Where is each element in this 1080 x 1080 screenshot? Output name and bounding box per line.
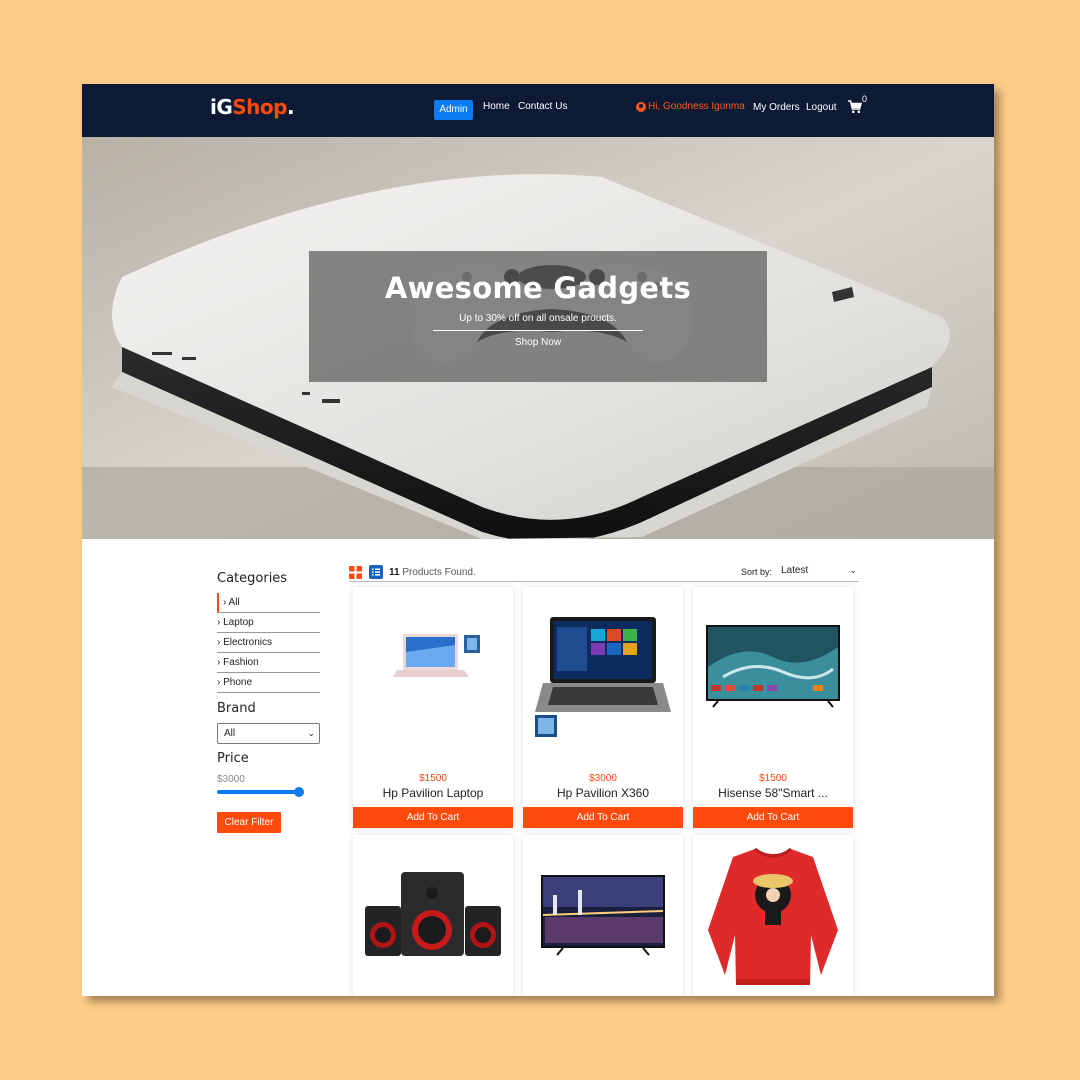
user-greeting-text: Hi, Goodness Igunma [648,101,745,112]
grid-view-icon[interactable] [349,566,362,579]
my-orders-link[interactable]: My Orders [753,102,800,113]
product-card[interactable] [353,835,513,996]
add-to-cart-button[interactable]: Add To Cart [693,807,853,828]
hero-overlay-box: Awesome Gadgets Up to 30% off on all ons… [309,251,767,382]
list-view-icon[interactable] [369,565,383,579]
products-found-text: 11 Products Found. [389,567,476,578]
nav-home-link[interactable]: Home [483,101,510,112]
sort-select-value: Latest [781,565,809,576]
hero-banner: Awesome Gadgets Up to 30% off on all ons… [82,137,994,539]
price-title: Price [217,751,249,766]
sort-label: Sort by: [741,567,773,577]
categories-title: Categories [217,571,288,586]
add-to-cart-button[interactable]: Add To Cart [523,807,683,828]
product-card[interactable] [523,835,683,996]
logout-link[interactable]: Logout [806,102,837,113]
cart-icon[interactable] [848,100,862,114]
product-price: $1500 [759,773,787,784]
category-item-fashion[interactable]: › Fashion [217,653,320,673]
product-image-laptop-x360 [535,617,671,737]
price-slider-handle[interactable] [294,787,304,797]
product-image-tv [706,625,840,708]
price-slider-track[interactable] [217,790,299,794]
logo[interactable]: iGShop. [210,95,295,119]
sort-select[interactable]: Latest ⌄ [781,565,859,576]
product-card[interactable] [693,835,853,996]
clear-filter-button[interactable]: Clear Filter [217,812,281,833]
product-image-sweatshirt [708,847,838,985]
product-name[interactable]: Hp Pavilion X360 [523,786,683,800]
product-name[interactable]: Hp Pavilion Laptop [353,786,513,800]
chevron-down-icon: ⌄ [307,728,315,738]
admin-button[interactable]: Admin [434,100,473,120]
price-value: $3000 [217,774,245,785]
product-price: $1500 [419,773,447,784]
brand-title: Brand [217,701,256,716]
nav-contact-link[interactable]: Contact Us [518,101,567,112]
hero-divider [433,330,643,331]
products-count: 11 [389,567,400,578]
brand-select-value: All [224,728,236,739]
navbar: iGShop. Admin Home Contact Us Hi, Goodne… [82,84,994,137]
hero-title: Awesome Gadgets [384,271,692,305]
app-window: iGShop. Admin Home Contact Us Hi, Goodne… [82,84,994,996]
add-to-cart-button[interactable]: Add To Cart [353,807,513,828]
category-item-all[interactable]: › All [217,593,320,613]
product-card[interactable]: $1500 Hisense 58"Smart ... Add To Cart [693,587,853,828]
user-icon [636,101,646,112]
shop-now-button[interactable]: Shop Now [309,337,767,348]
chevron-down-icon: ⌄ [849,565,857,575]
user-greeting[interactable]: Hi, Goodness Igunma [636,101,745,112]
product-image-speaker [365,872,501,956]
product-image-tv-2 [541,875,665,956]
category-list: › All › Laptop › Electronics › Fashion ›… [217,593,320,693]
product-price: $3000 [589,773,617,784]
product-card[interactable]: $3000 Hp Pavilion X360 Add To Cart [523,587,683,828]
product-image-laptop [393,634,480,677]
product-name[interactable]: Hisense 58"Smart ... [693,786,853,800]
cart-count-badge: 0 [862,94,868,104]
category-item-laptop[interactable]: › Laptop [217,613,320,633]
brand-select[interactable]: All ⌄ [217,723,320,744]
products-toolbar: 11 Products Found. Sort by: Latest ⌄ [349,564,859,582]
category-item-phone[interactable]: › Phone [217,673,320,693]
product-card[interactable]: $1500 Hp Pavilion Laptop Add To Cart [353,587,513,828]
hero-subtitle: Up to 30% off on all onsale proucts. [459,313,617,324]
category-item-electronics[interactable]: › Electronics [217,633,320,653]
